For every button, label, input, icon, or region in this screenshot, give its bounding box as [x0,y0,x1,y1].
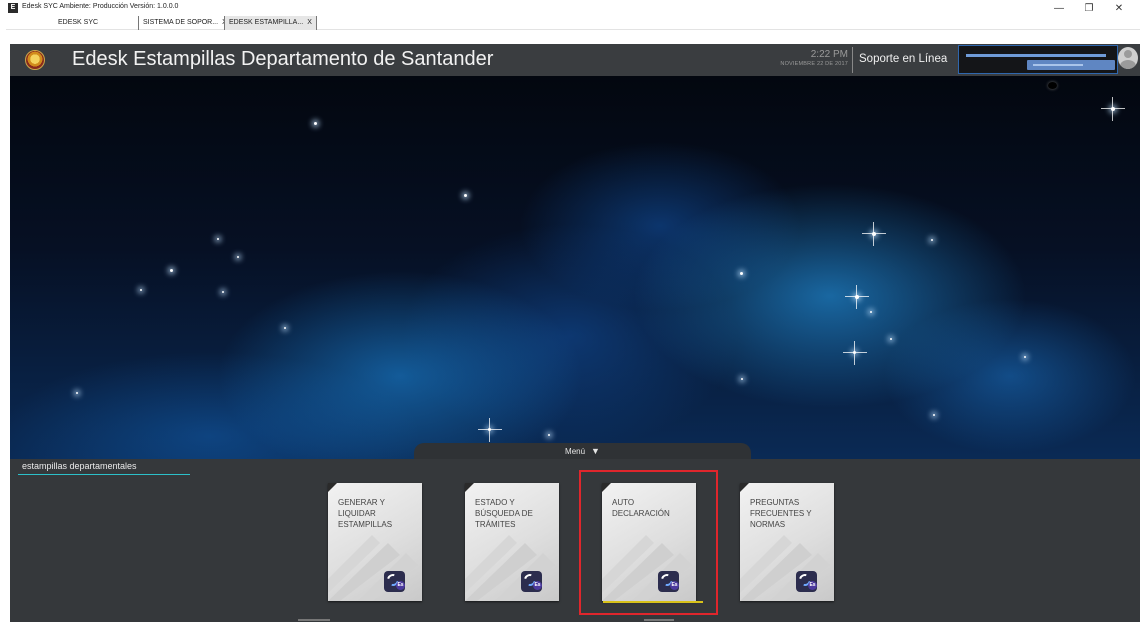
star [217,238,219,240]
tab-edesk-estampillas[interactable]: EDESK ESTAMPILLA... X [224,16,317,30]
app-header: Edesk Estampillas Departamento de Santan… [10,44,1140,76]
tile-label: GENERAR Y LIQUIDAR ESTAMPILLAS [338,498,393,529]
star [284,327,286,329]
tile-label: PREGUNTAS FRECUENTES Y NORMAS [750,498,812,529]
app-window: E Edesk SYC Ambiente: Producción Versión… [6,0,1140,625]
star [740,272,743,275]
star [478,418,502,442]
window-title: Edesk SYC Ambiente: Producción Versión: … [22,3,179,10]
star [862,222,886,246]
tab-bar: EDESK SYC SISTEMA DE SOPOR...X EDESK EST… [6,16,1140,30]
star [741,378,743,380]
star [170,269,173,272]
star [548,434,550,436]
estampillas-app-icon: Es [384,571,405,592]
menu-toggle[interactable]: Menú ▼ [414,443,751,459]
section-underline [18,474,190,475]
page-title: Edesk Estampillas Departamento de Santan… [72,48,494,70]
tab-label: SISTEMA DE SOPOR... [143,19,219,26]
star [464,194,467,197]
star [314,122,317,125]
star [237,256,239,258]
triangle-down-icon: ▼ [591,446,600,456]
minimize-button[interactable]: — [1048,0,1070,16]
user-role-bar [1027,60,1115,70]
maximize-button[interactable]: ❐ [1078,0,1100,16]
clock-time: 2:22 PM [810,49,848,60]
tab-sistema-soporte[interactable]: SISTEMA DE SOPOR...X [138,16,231,30]
close-button[interactable]: ✕ [1108,0,1130,16]
tile-estado-busqueda[interactable]: ESTADO Y BÚSQUEDA DE TRÁMITES Es [465,483,559,601]
window-titlebar[interactable]: E Edesk SYC Ambiente: Producción Versión… [6,0,1140,16]
star [933,414,935,416]
menu-label: Menú [565,447,586,456]
tile-label: ESTADO Y BÚSQUEDA DE TRÁMITES [475,498,533,529]
clock: 2:22 PM NOVIEMBRE 22 DE 2017 [730,49,848,67]
tile-preguntas-frecuentes[interactable]: PREGUNTAS FRECUENTES Y NORMAS Es [740,483,834,601]
app-icon: E [8,3,18,13]
tab-close-icon[interactable]: X [307,19,312,26]
star [1101,97,1125,121]
menu-panel: estampillas departamentales GENERAR Y LI… [10,459,1140,622]
star [845,285,869,309]
section-tab-estampillas[interactable]: estampillas departamentales [22,461,137,471]
star [931,239,933,241]
window-controls: — ❐ ✕ [1048,0,1130,16]
santander-crest-logo [25,50,45,70]
support-online-link[interactable]: Soporte en Línea [859,53,947,65]
star [76,392,78,394]
space-background-image [10,76,1140,459]
planet-icon [1048,82,1057,89]
user-info-box[interactable] [958,45,1118,74]
header-divider [852,47,853,73]
tab-edesk-syc[interactable]: EDESK SYC [54,16,102,30]
scroll-indicator [644,619,674,621]
highlight-box [579,470,718,615]
estampillas-app-icon: Es [796,571,817,592]
tab-label: EDESK ESTAMPILLA... [229,19,304,26]
star [870,311,872,313]
star [222,291,224,293]
estampillas-app-icon: Es [521,571,542,592]
star [843,341,867,365]
tab-label: EDESK SYC [58,19,99,26]
user-name-bar [966,54,1106,57]
star [1024,356,1026,358]
clock-date: NOVIEMBRE 22 DE 2017 [780,61,848,67]
star [140,289,142,291]
star [890,338,892,340]
avatar-icon[interactable] [1118,47,1138,69]
scroll-indicator [298,619,330,621]
tile-generar-liquidar[interactable]: GENERAR Y LIQUIDAR ESTAMPILLAS Es [328,483,422,601]
